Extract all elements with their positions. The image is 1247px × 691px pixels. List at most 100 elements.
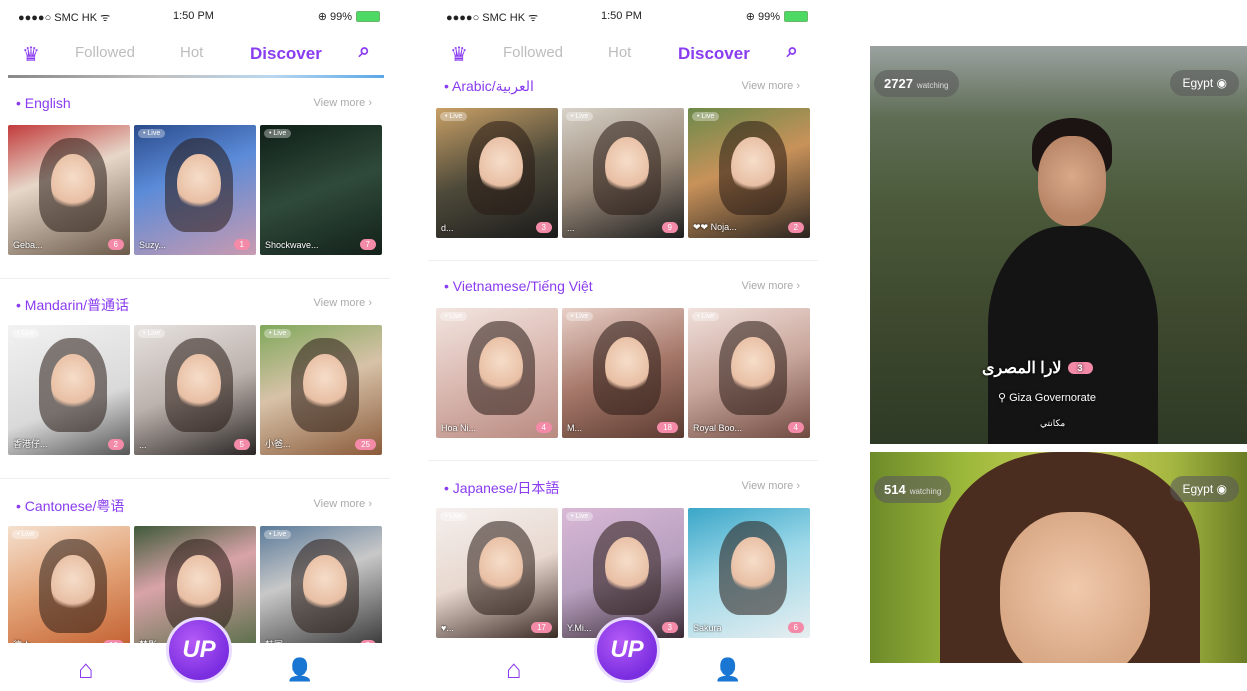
live-stream-card[interactable]: 514 watching Egypt ◉ bbox=[870, 452, 1247, 663]
live-badge: • Live bbox=[138, 329, 166, 338]
live-badge: • Live bbox=[440, 512, 468, 521]
stream-thumbnail[interactable]: • Live ♥... 17 bbox=[436, 508, 558, 638]
streamer-name: لارا المصرى bbox=[982, 360, 1062, 377]
stream-thumbnail[interactable]: • Live Shockwave... 7 bbox=[260, 125, 382, 255]
viewer-count: 25 bbox=[355, 439, 376, 450]
globe-icon: ◉ bbox=[1216, 482, 1227, 496]
live-badge: • Live bbox=[440, 112, 468, 121]
status-bar: ●●●●○ SMC HK ᯤ 1:50 PM ⊕ 99% bbox=[446, 8, 808, 24]
live-badge: • Live bbox=[264, 530, 292, 539]
stream-thumbnail[interactable]: • Live... 5 bbox=[134, 325, 256, 455]
country-label: Egypt bbox=[1182, 482, 1214, 496]
stream-thumbnail[interactable]: • Live... 9 bbox=[562, 108, 684, 238]
streamer-name: M... bbox=[567, 423, 582, 433]
view-more-link[interactable]: View more › bbox=[742, 480, 800, 492]
live-stream-card[interactable]: 2727 watching Egypt ◉ لارا المصرى 3 ⚲ Giza… bbox=[870, 46, 1247, 444]
stream-thumbnail[interactable]: • Live 小爸... 25 bbox=[260, 325, 382, 455]
crown-icon[interactable]: ♛ bbox=[450, 42, 468, 67]
viewer-count: 4 bbox=[787, 422, 804, 433]
viewer-count: 4 bbox=[535, 422, 552, 433]
phone-screen-2: ●●●●○ SMC HK ᯤ 1:50 PM ⊕ 99% ♛ Followed … bbox=[428, 0, 818, 691]
tab-followed[interactable]: Followed bbox=[503, 44, 563, 61]
live-badge: • Live bbox=[692, 312, 720, 321]
tab-hot[interactable]: Hot bbox=[608, 44, 631, 61]
thumb-face bbox=[50, 554, 95, 615]
streamer-name: Sakura bbox=[693, 623, 722, 633]
tab-discover[interactable]: Discover bbox=[678, 44, 750, 64]
live-badge: • Live bbox=[440, 312, 468, 321]
thumb-face bbox=[302, 554, 347, 615]
stream-thumbnail[interactable]: • Live d... 3 bbox=[436, 108, 558, 238]
streamer-figure bbox=[940, 452, 1200, 663]
tab-indicator bbox=[8, 75, 384, 78]
section-title: • Arabic/العربية bbox=[444, 78, 534, 94]
stream-thumbnail[interactable]: • Live 香港仔... 2 bbox=[8, 325, 130, 455]
section-title: • Mandarin/普通话 bbox=[16, 297, 130, 313]
stream-thumbnail[interactable]: Geba... 6 bbox=[8, 125, 130, 255]
stream-thumbnail[interactable]: • Live M... 18 bbox=[562, 308, 684, 438]
country-pill[interactable]: Egypt ◉ bbox=[1170, 70, 1239, 96]
section-arabic: • Arabic/العربية View more › • Live d... 3… bbox=[428, 78, 818, 268]
stream-thumbnail[interactable]: • Live ❤❤ Noja... 2 bbox=[688, 108, 810, 238]
clock: 1:50 PM bbox=[173, 10, 214, 22]
view-more-link[interactable]: View more › bbox=[742, 280, 800, 292]
view-more-link[interactable]: View more › bbox=[314, 297, 372, 309]
stream-row: • Live d... 3 • Live... 9 • Live ❤❤ Noja... 2 bbox=[436, 108, 812, 238]
location-label: Giza Governorate bbox=[1009, 392, 1096, 404]
live-badge: • Live bbox=[566, 512, 594, 521]
stream-thumbnail[interactable]: • Live德★...10 bbox=[8, 526, 130, 656]
globe-icon: ◉ bbox=[1216, 76, 1227, 90]
home-icon[interactable]: ⌂ bbox=[78, 654, 94, 685]
streamer-name: 小爸... bbox=[265, 439, 291, 449]
live-badge: • Live bbox=[264, 329, 292, 338]
live-badge: • Live bbox=[566, 112, 594, 121]
live-badge: • Live bbox=[12, 530, 40, 539]
figure-head bbox=[1038, 136, 1106, 226]
streamer-name: ... bbox=[567, 223, 575, 233]
viewer-count: 1 bbox=[233, 239, 250, 250]
live-badge: • Live bbox=[264, 129, 292, 138]
streamer-name: Shockwave... bbox=[265, 240, 319, 250]
profile-icon[interactable]: 👤 bbox=[714, 657, 741, 683]
stream-thumbnail[interactable]: • Live Royal Boo... 4 bbox=[688, 308, 810, 438]
stream-row: • Live 香港仔... 2 • Live... 5 • Live 小爸... 25 bbox=[8, 325, 384, 455]
crown-icon[interactable]: ♛ bbox=[22, 42, 40, 67]
viewer-count: 2 bbox=[107, 439, 124, 450]
watching-count: 514 bbox=[884, 482, 906, 497]
search-icon[interactable]: ⌕ bbox=[787, 40, 798, 63]
up-go-live-button[interactable]: UP bbox=[166, 617, 232, 683]
view-more-link[interactable]: View more › bbox=[314, 97, 372, 109]
battery-icon bbox=[784, 11, 808, 22]
battery-status: ⊕ 99% bbox=[318, 10, 380, 23]
stream-row: Geba... 6 • Live Suzy... 1 • Live Shockwave.… bbox=[8, 125, 384, 255]
status-bar: ●●●●○ SMC HK ᯤ 1:50 PM ⊕ 99% bbox=[18, 8, 380, 24]
country-label: Egypt bbox=[1182, 76, 1214, 90]
live-badge: • Live bbox=[12, 329, 40, 338]
tab-discover[interactable]: Discover bbox=[250, 44, 322, 64]
stream-thumbnail[interactable]: • Live韩国...3 bbox=[260, 526, 382, 656]
view-more-link[interactable]: View more › bbox=[314, 498, 372, 510]
up-go-live-button[interactable]: UP bbox=[594, 617, 660, 683]
country-pill[interactable]: Egypt ◉ bbox=[1170, 476, 1239, 502]
search-icon[interactable]: ⌕ bbox=[359, 40, 370, 63]
section-english: • English View more › Geba... 6 • Live Suz… bbox=[0, 95, 390, 285]
thumb-face bbox=[730, 336, 775, 397]
phone-screen-1: ●●●●○ SMC HK ᯤ 1:50 PM ⊕ 99% ♛ Followed … bbox=[0, 0, 390, 691]
battery-label: ⊕ 99% bbox=[317, 11, 352, 23]
thumb-face bbox=[302, 353, 347, 414]
top-nav: ♛ Followed Hot Discover ⌕ bbox=[428, 38, 818, 74]
viewer-count: 9 bbox=[661, 222, 678, 233]
tab-followed[interactable]: Followed bbox=[75, 44, 135, 61]
stream-thumbnail[interactable]: • Live Hoa Ni... 4 bbox=[436, 308, 558, 438]
thumb-face bbox=[50, 353, 95, 414]
profile-icon[interactable]: 👤 bbox=[286, 657, 313, 683]
home-icon[interactable]: ⌂ bbox=[506, 654, 522, 685]
watching-label: watching bbox=[909, 487, 942, 496]
thumb-face bbox=[176, 153, 221, 214]
carrier-label: ●●●●○ SMC HK ᯤ bbox=[18, 12, 111, 24]
tab-hot[interactable]: Hot bbox=[180, 44, 203, 61]
view-more-link[interactable]: View more › bbox=[742, 80, 800, 92]
streamer-name: Y.Mi... bbox=[567, 623, 592, 633]
stream-thumbnail[interactable]: • Live Suzy... 1 bbox=[134, 125, 256, 255]
stream-thumbnail[interactable]: Sakura 6 bbox=[688, 508, 810, 638]
